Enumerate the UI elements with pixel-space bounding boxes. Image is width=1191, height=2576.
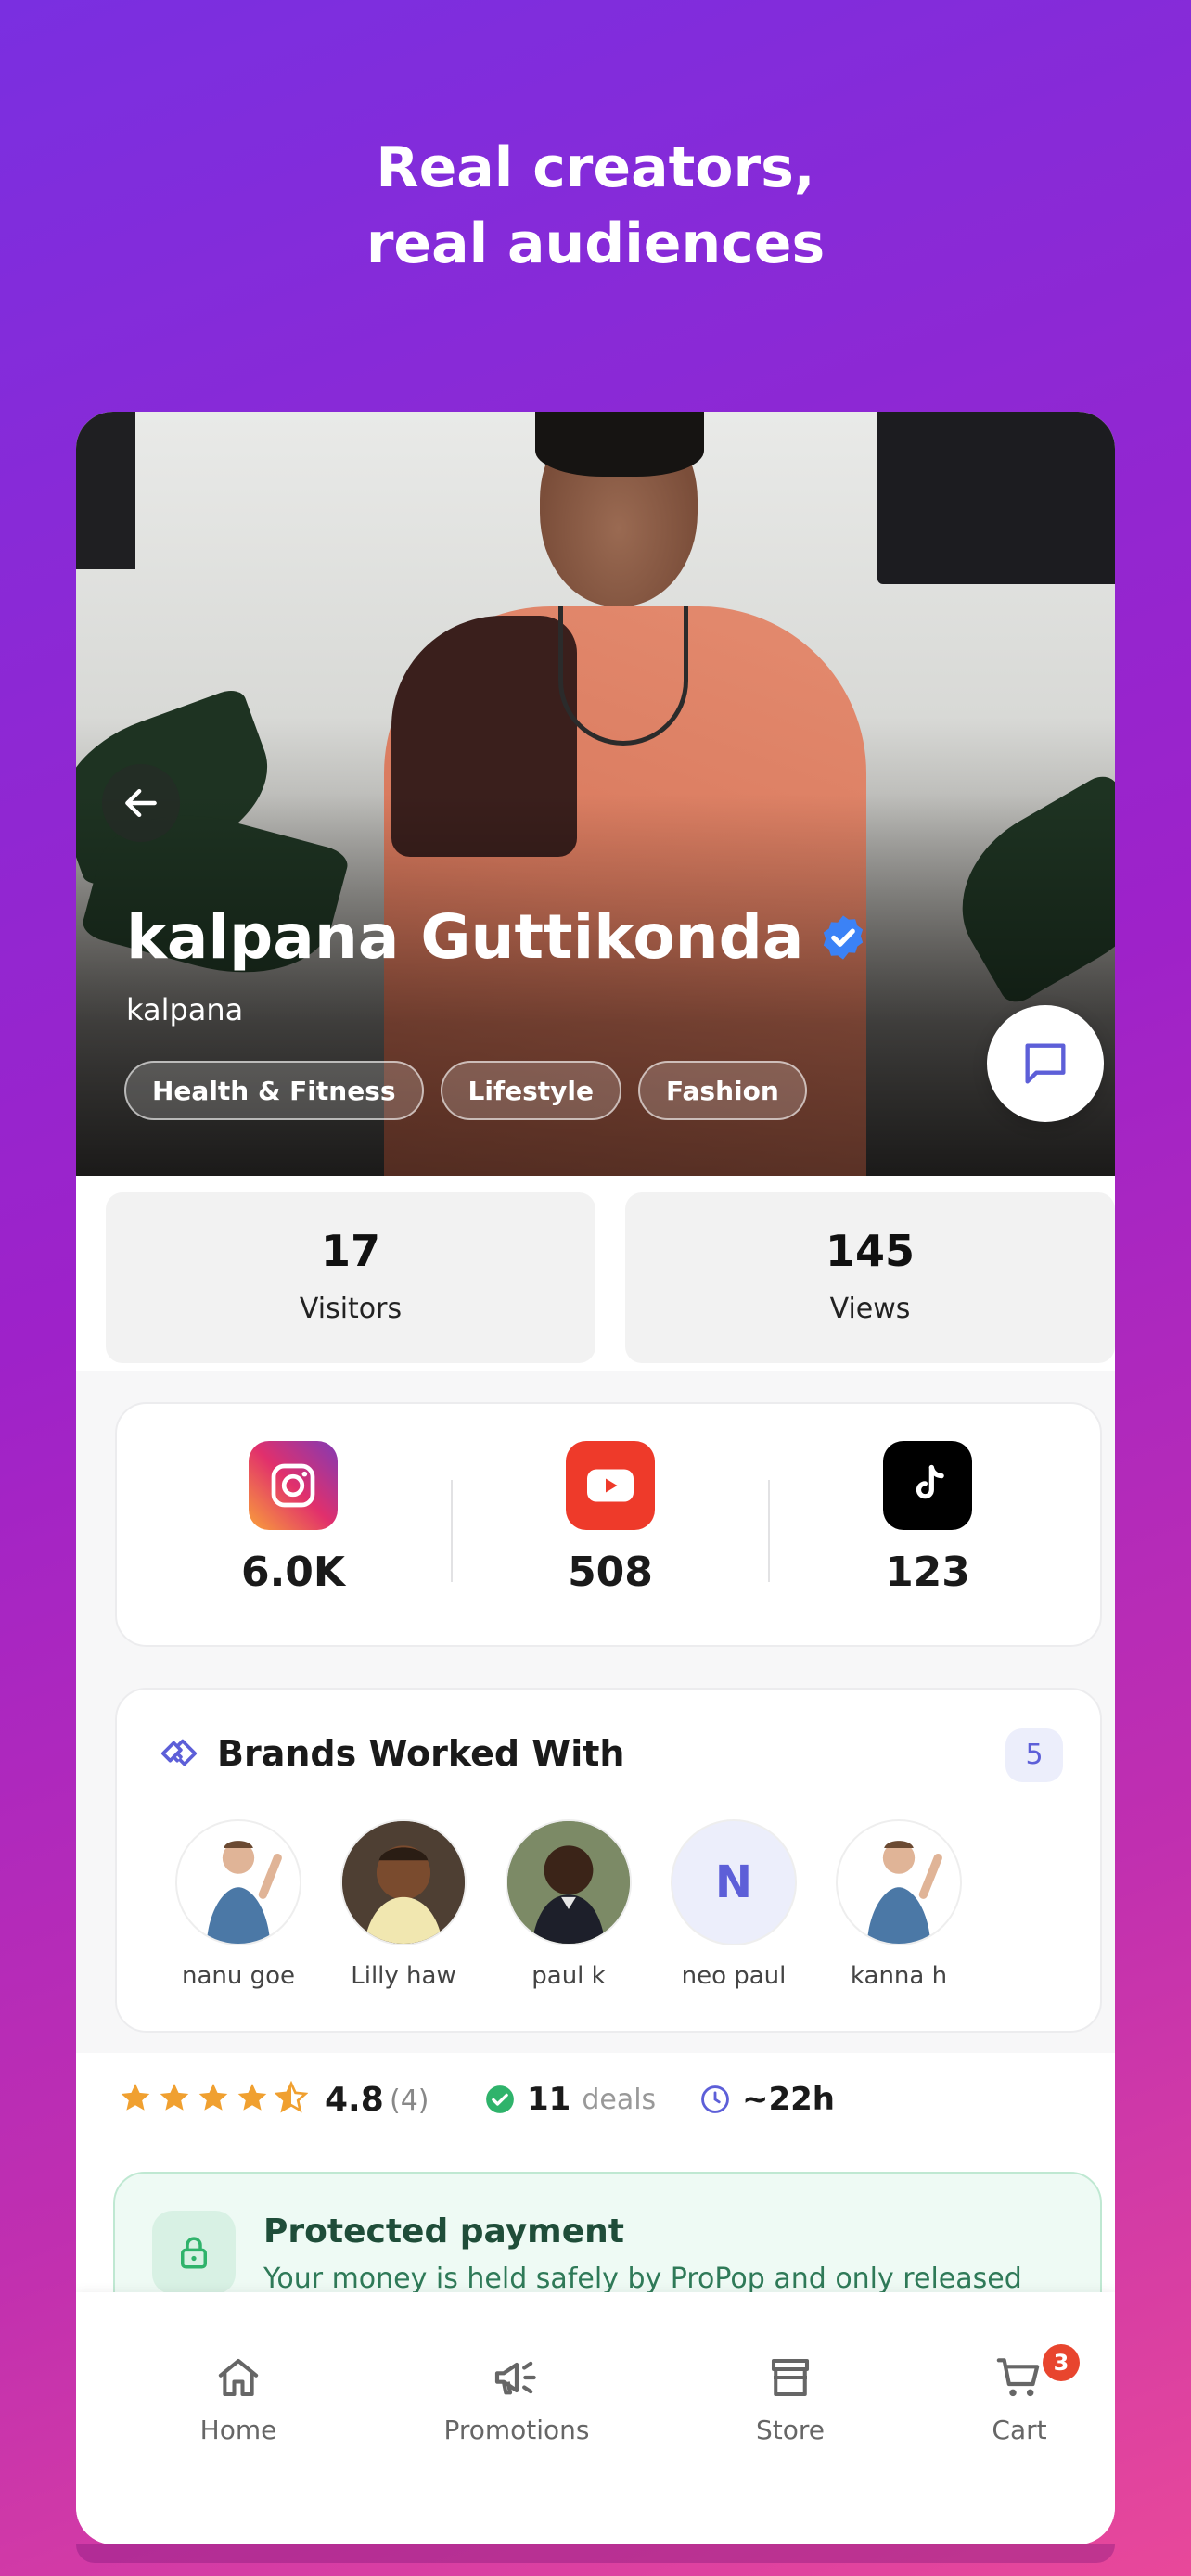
brands-title: Brands Worked With bbox=[217, 1733, 625, 1774]
cart-count-badge: 3 bbox=[1043, 2344, 1080, 2381]
stat-value: 145 bbox=[825, 1226, 916, 1276]
creator-name: kalpana Guttikonda bbox=[126, 901, 804, 973]
avatar bbox=[175, 1819, 301, 1945]
deals-number: 11 bbox=[527, 2081, 571, 2118]
protected-payment-description: Your money is held safely by ProPop and … bbox=[263, 2263, 1022, 2295]
rating-row: 4.8 (4) 11 deals ~22h bbox=[76, 2053, 1115, 2155]
lock-icon bbox=[181, 2237, 207, 2269]
tag-lifestyle[interactable]: Lifestyle bbox=[440, 1061, 622, 1120]
avatar bbox=[836, 1819, 962, 1945]
nav-cart[interactable]: 3 Cart bbox=[968, 2344, 1080, 2445]
nav-home[interactable]: Home bbox=[169, 2350, 308, 2445]
follower-count: 123 bbox=[885, 1549, 970, 1596]
chat-bubble-icon bbox=[1025, 1043, 1066, 1084]
check-circle-icon bbox=[486, 2085, 514, 2113]
brand-name: neo paul bbox=[681, 1962, 787, 1990]
creator-name-row: kalpana Guttikonda bbox=[126, 901, 868, 973]
star-icon bbox=[121, 2084, 150, 2111]
rating-count: (4) bbox=[390, 2085, 429, 2117]
clock-icon bbox=[701, 2085, 729, 2113]
store-icon bbox=[771, 2358, 810, 2397]
creator-handle: kalpana bbox=[126, 992, 244, 1027]
arrow-left-icon bbox=[125, 788, 157, 818]
lock-icon-box bbox=[152, 2211, 236, 2294]
message-button[interactable] bbox=[987, 1005, 1104, 1122]
brand-item[interactable]: N neo paul bbox=[651, 1819, 816, 1990]
headline-line-2: real audiences bbox=[365, 211, 826, 276]
tag-health-fitness[interactable]: Health & Fitness bbox=[124, 1061, 424, 1120]
tag-fashion[interactable]: Fashion bbox=[638, 1061, 807, 1120]
instagram-icon bbox=[249, 1441, 338, 1530]
star-rating bbox=[119, 2081, 308, 2114]
nav-label: Store bbox=[755, 2415, 825, 2445]
deals-completed: 11 deals bbox=[484, 2081, 656, 2118]
bottom-navigation: Home Promotions Store 3 Cart bbox=[76, 2292, 1115, 2544]
brand-name: nanu goe bbox=[181, 1962, 296, 1990]
profile-hero: kalpana Guttikonda kalpana Health & Fitn… bbox=[76, 412, 1115, 1176]
star-icon bbox=[237, 2084, 267, 2111]
category-tags: Health & Fitness Lifestyle Fashion bbox=[124, 1061, 807, 1120]
response-time: ~22h bbox=[699, 2081, 835, 2118]
nav-label: Promotions bbox=[443, 2415, 590, 2445]
rating-value: 4.8 bbox=[325, 2081, 384, 2119]
social-instagram[interactable]: 6.0K bbox=[135, 1441, 451, 1596]
stat-views: 145 Views bbox=[625, 1192, 1115, 1363]
star-icon bbox=[198, 2084, 228, 2111]
avatar: N bbox=[671, 1819, 797, 1945]
brands-count-badge: 5 bbox=[1005, 1728, 1063, 1782]
star-icon bbox=[160, 2084, 189, 2111]
profile-stats: 17 Visitors 145 Views bbox=[76, 1176, 1115, 1371]
stat-label: Views bbox=[829, 1293, 911, 1325]
brands-card: Brands Worked With 5 nanu goe Lilly haw … bbox=[115, 1688, 1102, 2033]
page-headline: Real creators, real audiences bbox=[0, 130, 1191, 282]
avatar-initial: N bbox=[714, 1856, 753, 1908]
social-youtube[interactable]: 508 bbox=[453, 1441, 768, 1596]
stat-value: 17 bbox=[320, 1226, 380, 1276]
nav-store[interactable]: Store bbox=[725, 2350, 855, 2445]
half-star-icon bbox=[275, 2081, 308, 2113]
brand-item[interactable]: Lilly haw bbox=[321, 1819, 486, 1990]
stat-label: Visitors bbox=[299, 1293, 403, 1325]
follower-count: 508 bbox=[568, 1549, 653, 1596]
phone-screen: kalpana Guttikonda kalpana Health & Fitn… bbox=[76, 412, 1115, 2544]
nav-label: Cart bbox=[992, 2415, 1047, 2445]
youtube-icon bbox=[566, 1441, 655, 1530]
brand-list: nanu goe Lilly haw paul k N neo paul kan… bbox=[156, 1819, 981, 1990]
brand-item[interactable]: nanu goe bbox=[156, 1819, 321, 1990]
brand-item[interactable]: kanna h bbox=[816, 1819, 981, 1990]
brand-name: Lilly haw bbox=[351, 1962, 456, 1990]
nav-promotions[interactable]: Promotions bbox=[419, 2350, 614, 2445]
stat-visitors: 17 Visitors bbox=[106, 1192, 596, 1363]
megaphone-icon bbox=[494, 2361, 536, 2395]
response-time-value: ~22h bbox=[742, 2081, 836, 2118]
deals-label: deals bbox=[582, 2083, 657, 2116]
follower-count: 6.0K bbox=[240, 1549, 346, 1596]
nav-label: Home bbox=[199, 2415, 277, 2445]
social-tiktok[interactable]: 123 bbox=[770, 1441, 1085, 1596]
back-button[interactable] bbox=[102, 764, 180, 842]
avatar bbox=[506, 1819, 632, 1945]
tiktok-icon bbox=[883, 1441, 972, 1530]
cart-icon bbox=[996, 2358, 1040, 2397]
avatar bbox=[340, 1819, 467, 1945]
headline-line-1: Real creators, bbox=[376, 135, 815, 200]
home-icon bbox=[218, 2358, 259, 2397]
brands-header: Brands Worked With bbox=[158, 1732, 624, 1775]
handshake-icon bbox=[160, 1739, 198, 1766]
protected-payment-title: Protected payment bbox=[263, 2213, 624, 2251]
verified-badge-icon bbox=[824, 914, 864, 960]
brand-name: kanna h bbox=[850, 1962, 948, 1990]
social-platforms-card: 6.0K 508 123 bbox=[115, 1402, 1102, 1647]
brand-item[interactable]: paul k bbox=[486, 1819, 651, 1990]
brand-name: paul k bbox=[531, 1962, 606, 1990]
